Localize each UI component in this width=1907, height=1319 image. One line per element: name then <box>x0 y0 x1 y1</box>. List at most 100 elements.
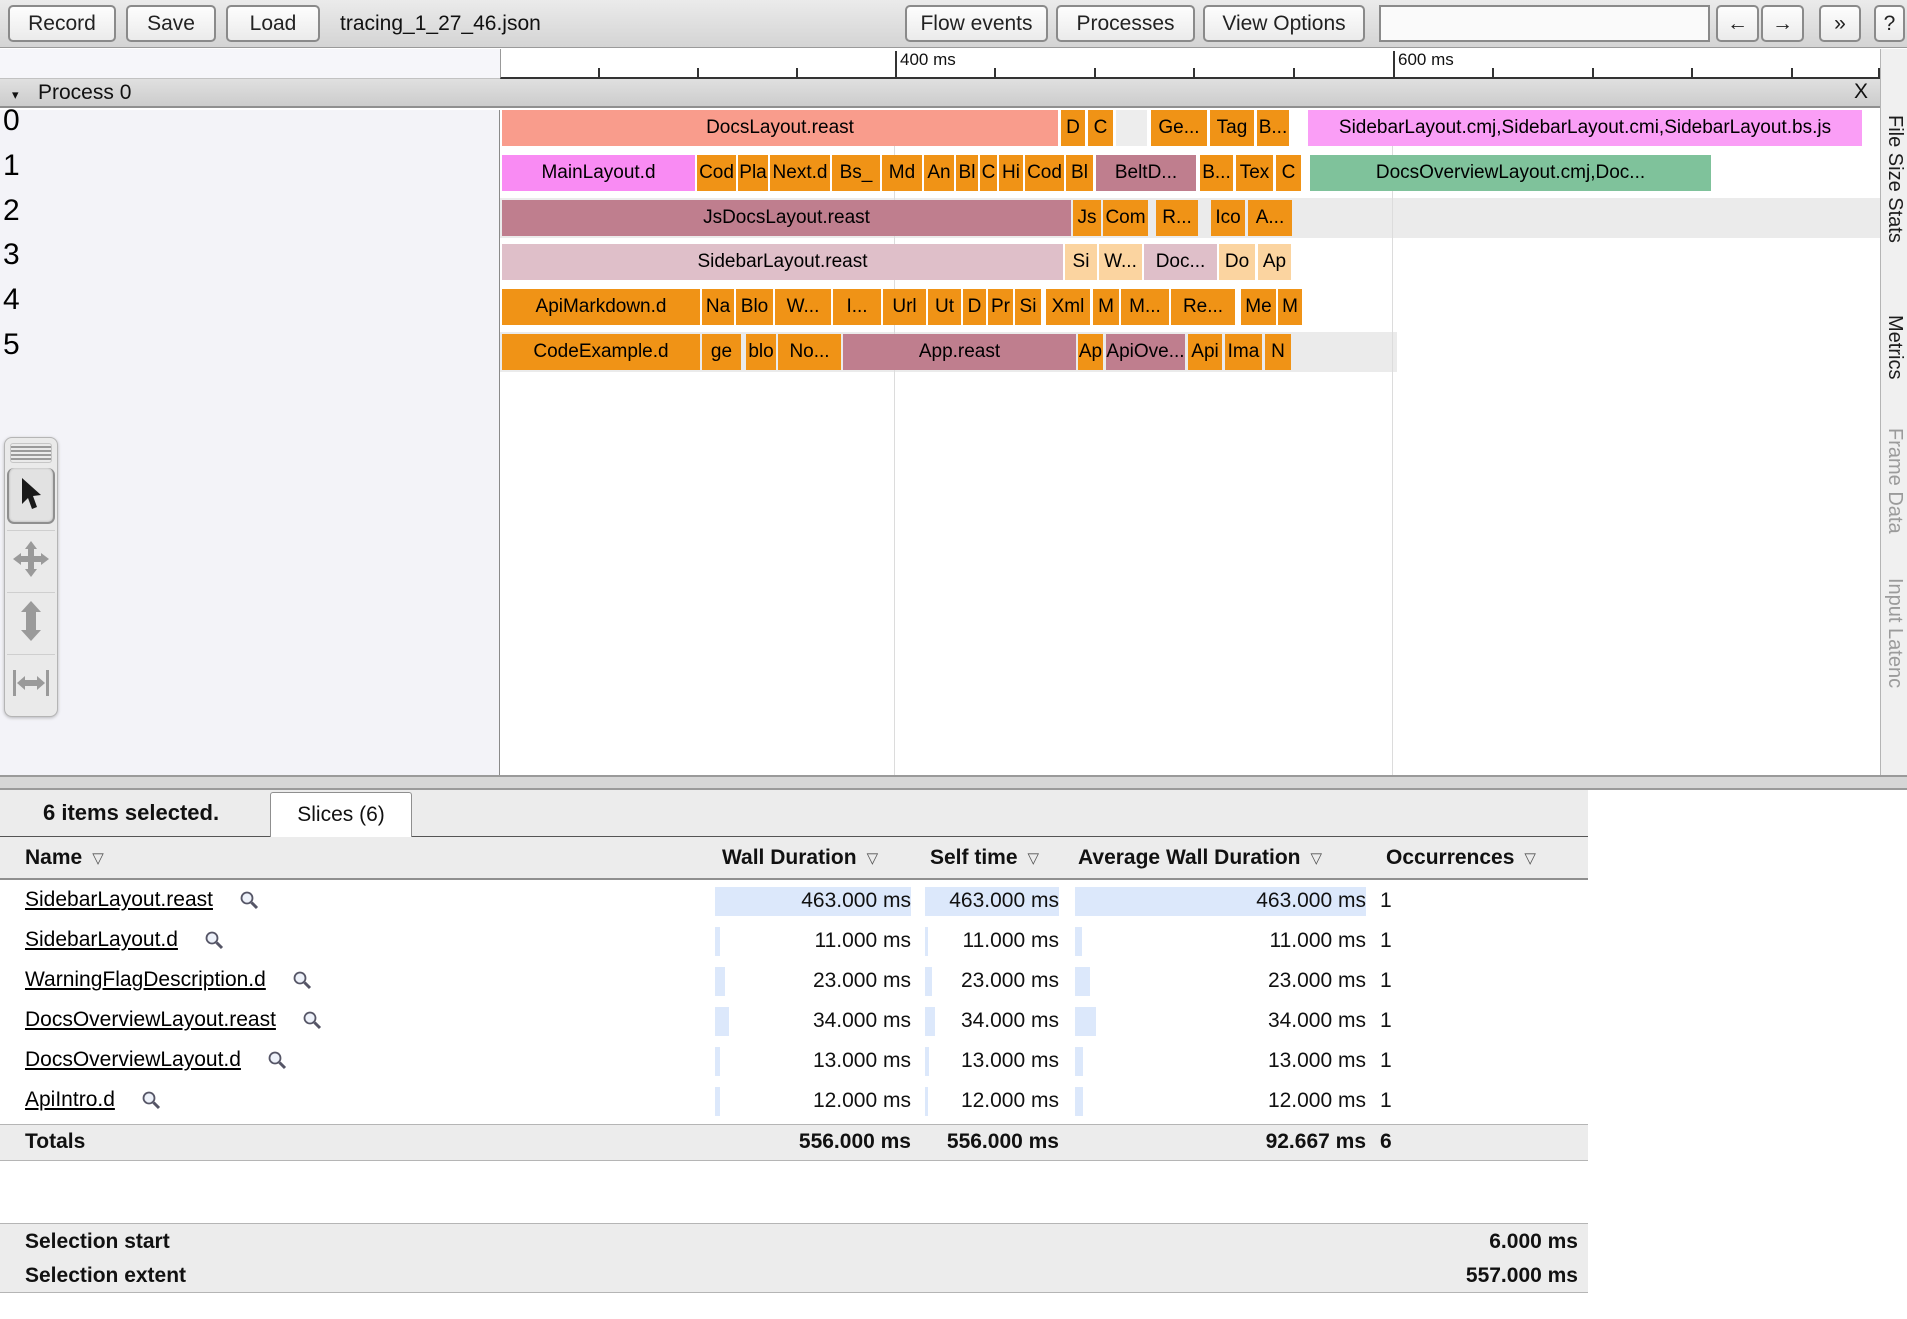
trace-slice[interactable]: CodeExample.d <box>502 334 700 370</box>
find-next-button[interactable]: → <box>1761 5 1804 42</box>
trace-slice[interactable]: M... <box>1121 289 1169 325</box>
slice-name-link[interactable]: DocsOverviewLayout.reast <box>25 1008 276 1032</box>
trace-slice[interactable]: B... <box>1200 155 1233 191</box>
table-row[interactable]: DocsOverviewLayout.d13.000 ms13.000 ms13… <box>0 1042 1588 1082</box>
save-button[interactable]: Save <box>126 5 216 42</box>
timing-tool-button[interactable] <box>7 654 55 710</box>
sidebar-tab-input-latenc[interactable]: Input Latenc <box>1883 578 1906 688</box>
trace-slice[interactable]: MainLayout.d <box>502 155 695 191</box>
slice-name-link[interactable]: DocsOverviewLayout.d <box>25 1048 241 1072</box>
trace-slice[interactable]: R... <box>1156 200 1198 236</box>
trace-slice[interactable]: Bs_ <box>832 155 880 191</box>
timeline-tracks[interactable]: 012345 DocsLayout.reastDCGe...TagB...Sid… <box>0 110 1880 775</box>
trace-slice[interactable]: SidebarLayout.reast <box>502 244 1063 280</box>
sidebar-tab-frame-data[interactable]: Frame Data <box>1883 428 1906 534</box>
magnifier-icon[interactable] <box>292 970 313 991</box>
trace-slice[interactable]: Doc... <box>1144 244 1217 280</box>
trace-slice[interactable]: Pla <box>738 155 768 191</box>
trace-slice[interactable]: No... <box>778 334 841 370</box>
trace-slice[interactable]: blo <box>746 334 776 370</box>
search-input[interactable] <box>1379 5 1710 42</box>
trace-slice[interactable]: Bl <box>956 155 978 191</box>
trace-slice[interactable]: Hi <box>999 155 1023 191</box>
trace-slice[interactable]: JsDocsLayout.reast <box>502 200 1071 236</box>
slice-name-link[interactable]: SidebarLayout.d <box>25 928 178 952</box>
collapse-triangle-icon[interactable]: ▾ <box>12 87 19 103</box>
sort-icon[interactable]: ▽ <box>1311 849 1323 867</box>
column-header-self-time[interactable]: Self time▽ <box>930 846 1039 870</box>
palette-drag-handle[interactable] <box>10 443 52 463</box>
trace-slice[interactable]: Cod <box>697 155 736 191</box>
sidebar-tab-file-size-stats[interactable]: File Size Stats <box>1883 115 1906 243</box>
load-button[interactable]: Load <box>226 5 320 42</box>
trace-slice[interactable]: App.reast <box>843 334 1076 370</box>
trace-slice[interactable]: ApiMarkdown.d <box>502 289 700 325</box>
column-header-occurrences[interactable]: Occurrences▽ <box>1386 846 1536 870</box>
trace-slice[interactable]: Re... <box>1171 289 1235 325</box>
trace-slice[interactable]: Ap <box>1078 334 1103 370</box>
trace-slice[interactable]: Blo <box>736 289 773 325</box>
magnifier-icon[interactable] <box>267 1050 288 1071</box>
trace-slice[interactable]: BeltD... <box>1096 155 1196 191</box>
trace-slice[interactable]: C <box>1088 110 1113 146</box>
selection-tool-button[interactable] <box>7 468 55 524</box>
trace-slice[interactable]: Ap <box>1258 244 1291 280</box>
trace-slice[interactable]: DocsLayout.reast <box>502 110 1058 146</box>
trace-slice[interactable]: ge <box>702 334 741 370</box>
process-header[interactable]: ▾ Process 0 X <box>0 79 1880 108</box>
table-row[interactable]: SidebarLayout.reast463.000 ms463.000 ms4… <box>0 882 1588 922</box>
trace-slice[interactable]: Bl <box>1066 155 1093 191</box>
slices-tab[interactable]: Slices (6) <box>270 792 412 837</box>
flow-events-button[interactable]: Flow events <box>905 5 1048 42</box>
sort-icon[interactable]: ▽ <box>867 849 879 867</box>
trace-slice[interactable]: Next.d <box>770 155 830 191</box>
trace-slice[interactable]: Me <box>1241 289 1276 325</box>
trace-slice[interactable]: B... <box>1257 110 1289 146</box>
pan-tool-button[interactable] <box>7 530 55 586</box>
trace-slice[interactable]: C <box>1276 155 1301 191</box>
trace-slice[interactable]: N <box>1265 334 1291 370</box>
column-header-name[interactable]: Name▽ <box>25 846 104 870</box>
trace-slice[interactable]: Js <box>1073 200 1101 236</box>
magnifier-icon[interactable] <box>302 1010 323 1031</box>
trace-slice[interactable]: Do <box>1219 244 1255 280</box>
trace-slice[interactable]: ApiOve... <box>1106 334 1185 370</box>
processes-button[interactable]: Processes <box>1056 5 1195 42</box>
trace-slice[interactable]: Com <box>1103 200 1148 236</box>
trace-slice[interactable]: Ut <box>928 289 961 325</box>
find-previous-button[interactable]: ← <box>1716 5 1759 42</box>
expand-button[interactable]: » <box>1819 5 1861 42</box>
trace-slice[interactable]: Tag <box>1210 110 1254 146</box>
ruler-scale[interactable]: 400 ms600 ms <box>500 49 1880 79</box>
magnifier-icon[interactable] <box>141 1090 162 1111</box>
view-options-button[interactable]: View Options <box>1203 5 1365 42</box>
trace-slice[interactable]: Si <box>1065 244 1097 280</box>
trace-slice[interactable]: I... <box>833 289 881 325</box>
column-header-wall-duration[interactable]: Wall Duration▽ <box>722 846 878 870</box>
table-row[interactable]: ApiIntro.d12.000 ms12.000 ms12.000 ms1 <box>0 1082 1588 1122</box>
trace-slice[interactable]: Pr <box>988 289 1013 325</box>
trace-slice[interactable]: D <box>963 289 986 325</box>
record-button[interactable]: Record <box>8 5 116 42</box>
trace-slice[interactable]: A... <box>1248 200 1292 236</box>
trace-slice[interactable]: Ima <box>1225 334 1262 370</box>
trace-slice[interactable]: An <box>924 155 954 191</box>
magnifier-icon[interactable] <box>204 930 225 951</box>
trace-slice[interactable]: D <box>1061 110 1085 146</box>
trace-slice[interactable]: W... <box>1099 244 1142 280</box>
trace-slice[interactable]: Tex <box>1236 155 1273 191</box>
column-header-average-wall-duration[interactable]: Average Wall Duration▽ <box>1078 846 1322 870</box>
slice-name-link[interactable]: SidebarLayout.reast <box>25 888 213 912</box>
magnifier-icon[interactable] <box>239 890 260 911</box>
trace-slice[interactable]: M <box>1093 289 1119 325</box>
help-button[interactable]: ? <box>1874 5 1905 42</box>
table-row[interactable]: DocsOverviewLayout.reast34.000 ms34.000 … <box>0 1002 1588 1042</box>
trace-slice[interactable]: Ico <box>1211 200 1245 236</box>
table-row[interactable]: WarningFlagDescription.d23.000 ms23.000 … <box>0 962 1588 1002</box>
zoom-tool-button[interactable] <box>7 592 55 648</box>
slice-name-link[interactable]: WarningFlagDescription.d <box>25 968 266 992</box>
sidebar-tab-metrics[interactable]: Metrics <box>1883 315 1906 379</box>
sort-icon[interactable]: ▽ <box>92 849 104 867</box>
trace-slice[interactable]: Cod <box>1025 155 1064 191</box>
horizontal-splitter[interactable] <box>0 775 1907 790</box>
